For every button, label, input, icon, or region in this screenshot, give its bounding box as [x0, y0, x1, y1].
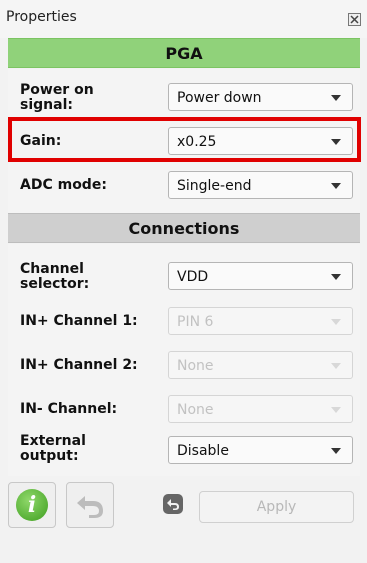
- in-plus-channel-1-value: PIN 6: [177, 314, 214, 330]
- power-on-signal-select[interactable]: Power down: [168, 83, 353, 111]
- info-button[interactable]: i: [8, 482, 56, 528]
- in-minus-channel-label: IN- Channel:: [20, 401, 118, 417]
- in-minus-channel-select: None: [168, 395, 353, 423]
- chevron-down-icon: [331, 319, 341, 325]
- chevron-down-icon: [331, 448, 341, 454]
- channel-selector-label: Channel selector:: [20, 261, 90, 292]
- chevron-down-icon: [331, 274, 341, 280]
- in-plus-channel-2-select: None: [168, 351, 353, 379]
- chevron-down-icon: [331, 363, 341, 369]
- external-output-row: External output: Disable: [8, 430, 360, 470]
- channel-selector-row: Channel selector: VDD: [8, 257, 360, 297]
- channel-selector-select[interactable]: VDD: [168, 262, 353, 290]
- close-button[interactable]: [348, 13, 361, 26]
- adc-mode-value: Single-end: [177, 178, 252, 194]
- title-bar: Properties: [0, 0, 367, 38]
- bottom-toolbar: i Apply: [0, 478, 367, 534]
- chevron-down-icon: [331, 95, 341, 101]
- connections-header-label: Connections: [128, 218, 240, 238]
- properties-panel: Properties PGA Power on signal: Power dow…: [0, 0, 367, 563]
- in-plus-channel-2-label: IN+ Channel 2:: [20, 357, 138, 373]
- close-icon: [350, 15, 359, 24]
- undo-icon: [77, 496, 103, 518]
- in-minus-channel-value: None: [177, 402, 214, 418]
- channel-selector-value: VDD: [177, 269, 209, 285]
- in-plus-channel-1-row: IN+ Channel 1: PIN 6: [8, 304, 360, 338]
- undo-button[interactable]: [66, 482, 114, 528]
- in-plus-channel-2-row: IN+ Channel 2: None: [8, 348, 360, 382]
- window-title: Properties: [6, 9, 77, 25]
- in-plus-channel-1-label: IN+ Channel 1:: [20, 313, 138, 329]
- adc-mode-select[interactable]: Single-end: [168, 171, 353, 199]
- chevron-down-icon: [331, 407, 341, 413]
- external-output-label: External output:: [20, 433, 86, 464]
- external-output-value: Disable: [177, 443, 229, 459]
- power-on-signal-value: Power down: [177, 90, 262, 106]
- apply-label: Apply: [256, 499, 297, 515]
- revert-icon: [163, 494, 183, 514]
- info-icon: i: [16, 489, 48, 521]
- power-on-signal-label: Power on signal:: [20, 82, 94, 113]
- apply-button[interactable]: Apply: [199, 491, 354, 523]
- adc-mode-row: ADC mode: Single-end: [8, 168, 360, 202]
- pga-header-label: PGA: [165, 43, 203, 63]
- power-on-signal-row: Power on signal: Power down: [8, 76, 360, 116]
- external-output-select[interactable]: Disable: [168, 436, 353, 464]
- adc-mode-label: ADC mode:: [20, 177, 107, 193]
- gain-highlight-box: [8, 117, 361, 162]
- chevron-down-icon: [331, 183, 341, 189]
- in-plus-channel-1-select: PIN 6: [168, 307, 353, 335]
- connections-section-header: Connections: [8, 213, 360, 243]
- in-minus-channel-row: IN- Channel: None: [8, 392, 360, 426]
- in-plus-channel-2-value: None: [177, 358, 214, 374]
- pga-section-header: PGA: [8, 38, 360, 68]
